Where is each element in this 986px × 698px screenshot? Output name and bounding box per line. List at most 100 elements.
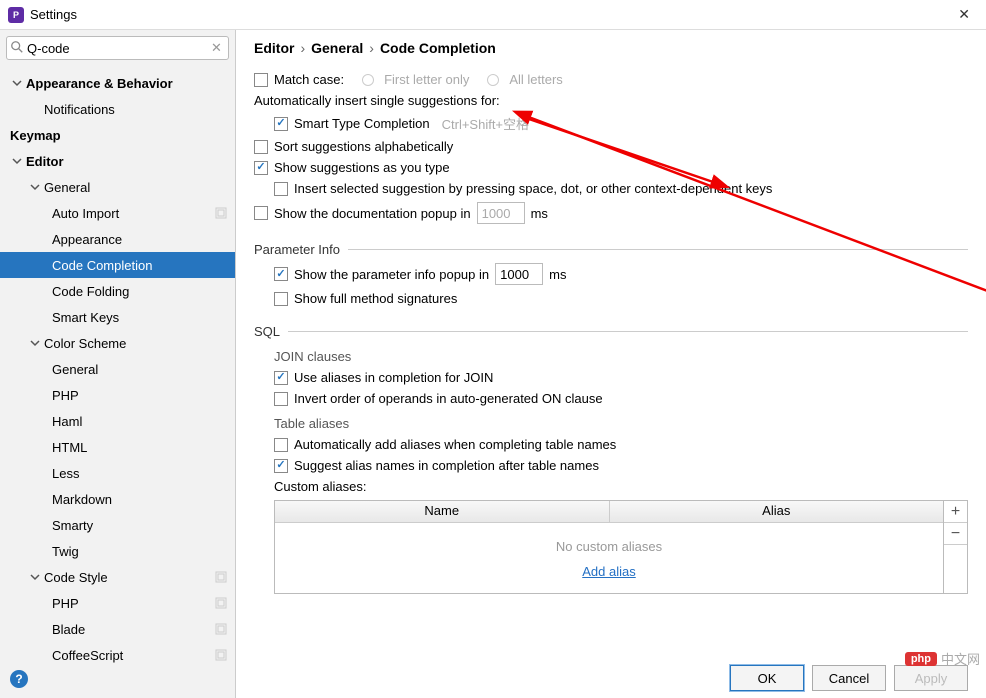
tree-item-less[interactable]: Less — [0, 460, 235, 486]
remove-row-button[interactable]: − — [944, 523, 967, 545]
first-letter-radio[interactable] — [362, 74, 374, 86]
tree-item-label: HTML — [52, 440, 87, 455]
tree-item-label: Editor — [26, 154, 64, 169]
tree-item-smart-keys[interactable]: Smart Keys — [0, 304, 235, 330]
smart-type-label: Smart Type Completion — [294, 116, 430, 131]
dialog-footer: OK Cancel Apply — [246, 658, 986, 698]
add-row-button[interactable]: + — [944, 501, 967, 523]
full-sig-checkbox[interactable] — [274, 292, 288, 306]
apply-button[interactable]: Apply — [894, 665, 968, 691]
match-case-checkbox[interactable] — [254, 73, 268, 87]
tree-item-general[interactable]: General — [0, 356, 235, 382]
insert-selected-label: Insert selected suggestion by pressing s… — [294, 181, 772, 196]
tree-item-label: Haml — [52, 414, 82, 429]
chevron-down-icon — [28, 180, 42, 194]
tree-item-keymap[interactable]: Keymap — [0, 122, 235, 148]
sidebar: ✕ Appearance & Behavior Notifications Keym… — [0, 30, 236, 698]
invert-order-checkbox[interactable] — [274, 392, 288, 406]
tree-item-notifications[interactable]: Notifications — [0, 96, 235, 122]
sort-label: Sort suggestions alphabetically — [274, 139, 453, 154]
tree-item-label: Twig — [52, 544, 79, 559]
tree-item-color-scheme[interactable]: Color Scheme — [0, 330, 235, 356]
help-button[interactable]: ? — [10, 670, 28, 688]
tree-item-label: General — [44, 180, 90, 195]
aliases-table: Name Alias No custom aliases Add alias — [274, 500, 944, 594]
tree-item-coffeescript[interactable]: CoffeeScript — [0, 642, 235, 668]
tree-item-blade[interactable]: Blade — [0, 616, 235, 642]
tree-item-label: Color Scheme — [44, 336, 126, 351]
search-box: ✕ — [6, 36, 229, 60]
tree-item-auto-import[interactable]: Auto Import — [0, 200, 235, 226]
auto-add-aliases-label: Automatically add aliases when completin… — [294, 437, 616, 452]
tree-item-label: Markdown — [52, 492, 112, 507]
add-alias-link[interactable]: Add alias — [275, 564, 943, 579]
join-clauses-heading: JOIN clauses — [254, 349, 968, 364]
search-icon — [10, 40, 24, 54]
chevron-down-icon — [28, 570, 42, 584]
tree-item-code-style[interactable]: Code Style — [0, 564, 235, 590]
table-aliases-heading: Table aliases — [254, 416, 968, 431]
param-popup-post: ms — [549, 267, 566, 282]
smart-type-checkbox[interactable] — [274, 117, 288, 131]
tree-item-appearance[interactable]: Appearance — [0, 226, 235, 252]
match-case-label: Match case: — [274, 72, 344, 87]
scope-indicator-icon — [215, 623, 227, 635]
tree-item-haml[interactable]: Haml — [0, 408, 235, 434]
sort-checkbox[interactable] — [254, 140, 268, 154]
auto-insert-label: Automatically insert single suggestions … — [254, 93, 500, 108]
tree-item-label: General — [52, 362, 98, 377]
tree-item-editor[interactable]: Editor — [0, 148, 235, 174]
app-icon: P — [8, 7, 24, 23]
auto-add-aliases-checkbox[interactable] — [274, 438, 288, 452]
param-popup-pre: Show the parameter info popup in — [294, 267, 489, 282]
tree-item-html[interactable]: HTML — [0, 434, 235, 460]
chevron-down-icon — [10, 76, 24, 90]
tree-item-twig[interactable]: Twig — [0, 538, 235, 564]
chevron-down-icon — [28, 336, 42, 350]
close-button[interactable]: ✕ — [950, 2, 978, 27]
insert-selected-checkbox[interactable] — [274, 182, 288, 196]
title-bar: P Settings ✕ — [0, 0, 986, 30]
tree-item-label: Notifications — [44, 102, 115, 117]
sql-heading: SQL — [254, 324, 280, 339]
clear-icon[interactable]: ✕ — [211, 40, 225, 54]
scope-indicator-icon — [215, 597, 227, 609]
tree-item-label: PHP — [52, 596, 79, 611]
tree-item-label: Smarty — [52, 518, 93, 533]
tree-item-label: Less — [52, 466, 79, 481]
tree-item-markdown[interactable]: Markdown — [0, 486, 235, 512]
tree-item-label: Blade — [52, 622, 85, 637]
scope-indicator-icon — [215, 649, 227, 661]
tree-item-label: Keymap — [10, 128, 61, 143]
ok-button[interactable]: OK — [730, 665, 804, 691]
show-doc-checkbox[interactable] — [254, 206, 268, 220]
tree-item-php[interactable]: PHP — [0, 382, 235, 408]
full-sig-label: Show full method signatures — [294, 291, 457, 306]
breadcrumb: Editor›General›Code Completion — [254, 40, 968, 56]
content-panel: Editor›General›Code Completion Match cas… — [236, 30, 986, 698]
show-doc-input[interactable] — [477, 202, 525, 224]
show-as-type-checkbox[interactable] — [254, 161, 268, 175]
tree-item-label: Appearance & Behavior — [26, 76, 173, 91]
tree-item-code-folding[interactable]: Code Folding — [0, 278, 235, 304]
invert-order-label: Invert order of operands in auto-generat… — [294, 391, 603, 406]
tree-item-appearance-behavior[interactable]: Appearance & Behavior — [0, 70, 235, 96]
all-letters-radio[interactable] — [487, 74, 499, 86]
custom-aliases-label: Custom aliases: — [274, 479, 366, 494]
col-name: Name — [275, 501, 610, 522]
show-as-type-label: Show suggestions as you type — [274, 160, 450, 175]
cancel-button[interactable]: Cancel — [812, 665, 886, 691]
search-input[interactable] — [6, 36, 229, 60]
smart-type-shortcut: Ctrl+Shift+空格 — [442, 114, 529, 133]
tree-item-general[interactable]: General — [0, 174, 235, 200]
tree-item-label: Smart Keys — [52, 310, 119, 325]
tree-item-smarty[interactable]: Smarty — [0, 512, 235, 538]
use-aliases-join-checkbox[interactable] — [274, 371, 288, 385]
suggest-alias-checkbox[interactable] — [274, 459, 288, 473]
tree-item-php[interactable]: PHP — [0, 590, 235, 616]
tree-item-label: PHP — [52, 388, 79, 403]
param-popup-input[interactable] — [495, 263, 543, 285]
all-letters-label: All letters — [509, 72, 562, 87]
tree-item-code-completion[interactable]: Code Completion — [0, 252, 235, 278]
param-popup-checkbox[interactable] — [274, 267, 288, 281]
